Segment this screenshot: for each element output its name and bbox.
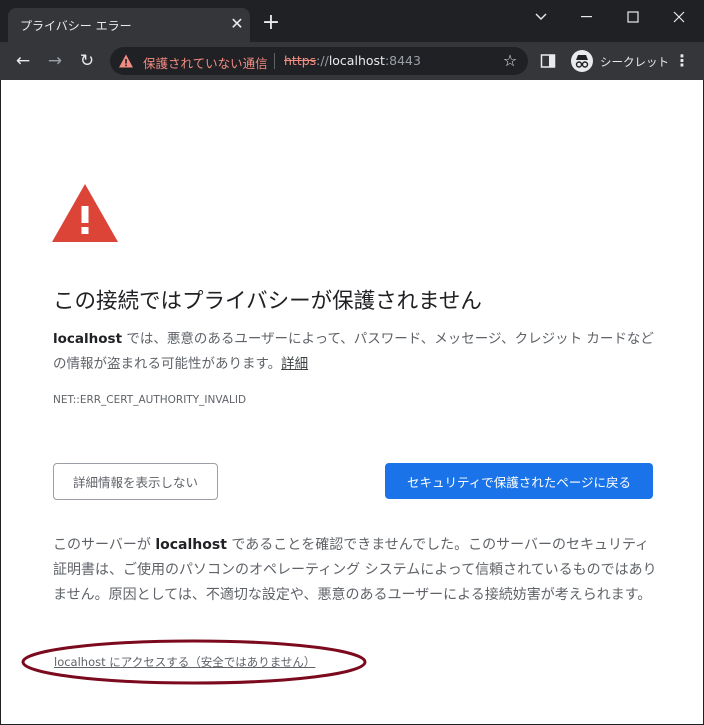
- window-close-icon[interactable]: [656, 4, 702, 30]
- browser-toolbar: ← → ↻ 保護されていない通信 https://localhost:8443 …: [0, 42, 704, 80]
- incognito-icon: [571, 50, 593, 72]
- hide-details-button[interactable]: 詳細情報を表示しない: [53, 463, 218, 500]
- main-message: localhost では、悪意のあるユーザーによって、パスワード、メッセージ、ク…: [53, 327, 657, 377]
- url-separator: ://: [316, 53, 329, 68]
- tab-title: プライバシー エラー: [20, 19, 132, 33]
- tab-search-chevron-down-icon[interactable]: [518, 4, 564, 30]
- details-prefix: このサーバーが: [53, 537, 156, 553]
- url-port: :8443: [384, 53, 421, 68]
- details-host: localhost: [155, 537, 227, 553]
- main-message-text: では、悪意のあるユーザーによって、パスワード、メッセージ、クレジット カードなど…: [53, 331, 654, 372]
- maximize-icon[interactable]: [610, 4, 656, 30]
- interstitial-page: この接続ではプライバシーが保護されません localhost では、悪意のあるユ…: [1, 80, 703, 724]
- side-panel-icon[interactable]: [540, 53, 556, 69]
- warning-triangle-icon: [52, 184, 118, 242]
- new-tab-plus-icon[interactable]: +: [261, 12, 281, 34]
- reload-icon[interactable]: ↻: [76, 50, 98, 72]
- learn-more-link[interactable]: 詳細: [281, 356, 308, 372]
- url-scheme: https: [284, 53, 317, 68]
- not-secure-label[interactable]: 保護されていない通信: [143, 53, 268, 72]
- omnibox-divider: [274, 53, 275, 69]
- details-message: このサーバーが localhost であることを確認できませんでした。このサーバ…: [53, 533, 657, 608]
- url-text[interactable]: https://localhost:8443: [284, 53, 421, 68]
- more-menu-icon[interactable]: ⋮: [672, 50, 692, 72]
- forward-arrow-icon[interactable]: →: [44, 50, 66, 72]
- back-arrow-icon[interactable]: ←: [12, 50, 34, 72]
- address-bar[interactable]: 保護されていない通信 https://localhost:8443 ☆: [110, 47, 528, 75]
- minimize-icon[interactable]: [564, 4, 610, 30]
- url-host: localhost: [328, 53, 385, 68]
- tab-privacy-error[interactable]: プライバシー エラー ✕: [8, 8, 250, 42]
- error-code: NET::ERR_CERT_AUTHORITY_INVALID: [53, 394, 247, 406]
- bookmark-star-icon[interactable]: ☆: [500, 51, 520, 71]
- incognito-label: シークレット: [600, 55, 669, 69]
- incognito-indicator[interactable]: シークレット: [566, 48, 669, 74]
- tab-close-icon[interactable]: ✕: [228, 15, 246, 33]
- not-secure-warning-icon[interactable]: [118, 53, 134, 69]
- tab-strip: プライバシー エラー ✕ +: [0, 0, 704, 42]
- page-title: この接続ではプライバシーが保護されません: [53, 289, 482, 314]
- main-host: localhost: [53, 331, 123, 347]
- back-to-safety-button[interactable]: セキュリティで保護されたページに戻る: [385, 463, 653, 499]
- annotation-ellipse: [21, 639, 367, 685]
